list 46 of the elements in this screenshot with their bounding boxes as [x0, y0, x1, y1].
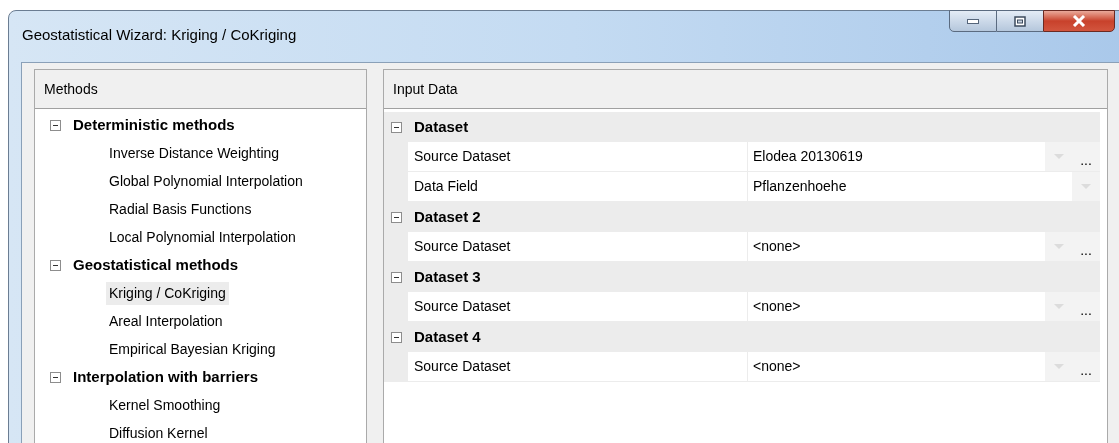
close-icon — [1072, 15, 1086, 27]
property-value[interactable]: <none> — [748, 292, 1045, 321]
tree-item[interactable]: Inverse Distance Weighting — [106, 141, 283, 165]
close-button[interactable] — [1043, 10, 1115, 32]
minimize-button[interactable] — [949, 10, 997, 32]
collapse-icon[interactable] — [50, 259, 61, 271]
browse-button[interactable]: ... — [1072, 142, 1100, 171]
browse-button[interactable]: ... — [1072, 292, 1100, 321]
property-name: Source Dataset — [408, 352, 748, 381]
property-name: Source Dataset — [408, 292, 748, 321]
tree-item[interactable]: Empirical Bayesian Kriging — [106, 337, 279, 361]
tree-item[interactable]: Diffusion Kernel — [106, 421, 211, 443]
window-title: Geostatistical Wizard: Kriging / CoKriging — [22, 25, 297, 45]
collapse-icon[interactable] — [50, 371, 61, 383]
property-value[interactable]: Elodea 20130619 — [748, 142, 1045, 171]
methods-header: Methods — [35, 70, 366, 109]
property-name: Data Field — [408, 172, 748, 201]
category-label: Dataset 4 — [414, 326, 481, 347]
browse-button[interactable]: ... — [1072, 232, 1100, 261]
input-data-header: Input Data — [384, 70, 1107, 109]
collapse-icon[interactable] — [391, 331, 402, 343]
tree-item[interactable]: Areal Interpolation — [106, 309, 226, 333]
property-value[interactable]: <none> — [748, 232, 1045, 261]
category-label: Dataset 3 — [414, 266, 481, 287]
tree-group[interactable]: Deterministic methods — [73, 113, 235, 137]
collapse-icon[interactable] — [391, 271, 402, 283]
browse-button[interactable]: ... — [1072, 352, 1100, 381]
minimize-icon — [967, 18, 979, 24]
collapse-icon[interactable] — [391, 121, 402, 133]
category-label: Dataset 2 — [414, 206, 481, 227]
property-value[interactable]: Pflanzenhoehe — [748, 172, 1072, 201]
tree-item[interactable]: Kernel Smoothing — [106, 393, 224, 417]
tree-item[interactable]: Global Polynomial Interpolation — [106, 169, 306, 193]
category-label: Dataset — [414, 116, 469, 137]
collapse-icon[interactable] — [391, 211, 402, 223]
tree-group[interactable]: Geostatistical methods — [73, 253, 239, 277]
tree-group[interactable]: Interpolation with barriers — [73, 365, 259, 389]
tree-item[interactable]: Kriging / CoKriging — [106, 281, 229, 305]
maximize-button[interactable] — [997, 10, 1043, 32]
property-value[interactable]: <none> — [748, 352, 1045, 381]
tree-item[interactable]: Radial Basis Functions — [106, 197, 255, 221]
property-name: Source Dataset — [408, 142, 748, 171]
property-name: Source Dataset — [408, 232, 748, 261]
tree-item[interactable]: Local Polynomial Interpolation — [106, 225, 299, 249]
maximize-icon — [1014, 15, 1026, 27]
collapse-icon[interactable] — [50, 119, 61, 131]
